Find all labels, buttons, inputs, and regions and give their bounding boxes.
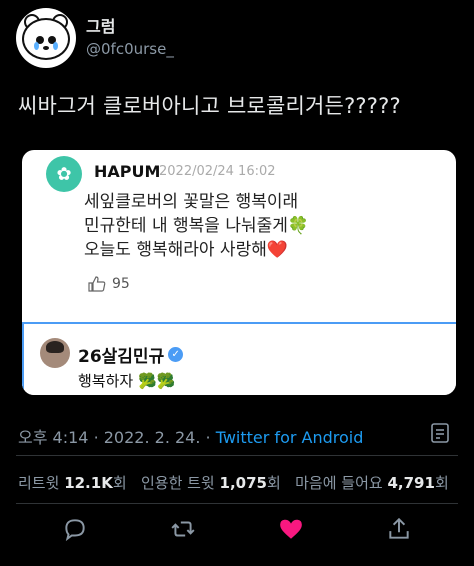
tweet-meta: 오후 4:14 · 2022. 2. 24. · Twitter for And… — [18, 424, 363, 448]
quotes-label: 인용한 트윗 — [140, 474, 215, 492]
share-icon[interactable] — [386, 516, 412, 542]
divider — [16, 503, 458, 504]
avatar-nose — [43, 46, 49, 50]
tweet-date[interactable]: 2022. 2. 24. — [104, 428, 201, 447]
quoted-post: ✿ HAPUM 2022/02/24 16:02 세잎클로버의 꽃말은 행복이래… — [22, 150, 456, 322]
quotes-stat[interactable]: 인용한 트윗 1,075회 — [141, 474, 286, 492]
quoted-line: 민규한테 내 행복을 나눠줄게🍀 — [84, 216, 310, 236]
meta-separator: · — [93, 428, 99, 447]
tweet-header: 그럼 @0fc0urse_ — [16, 8, 174, 68]
retweets-count: 12.1K — [64, 474, 113, 492]
quotes-count: 1,075 — [219, 474, 267, 492]
meta-separator: · — [205, 428, 211, 447]
quoted-like-row: 95 — [88, 276, 130, 292]
reply-text: 행복하자 🥦🥦 — [78, 372, 176, 390]
tweet-text: 씨바그거 클로버아니고 브로콜리거든????? — [18, 94, 401, 118]
quoted-line: 오늘도 행복해라아 사랑해❤️ — [84, 240, 289, 260]
avatar-tear-left — [34, 42, 39, 50]
display-name[interactable]: 그럼 — [86, 16, 174, 38]
reply-icon[interactable] — [62, 516, 88, 542]
tweet-source-link[interactable]: Twitter for Android — [216, 428, 364, 447]
thumbs-up-icon — [88, 276, 106, 292]
reply-avatar — [40, 338, 70, 368]
likes-unit: 회 — [434, 474, 449, 492]
attached-image[interactable]: ✿ HAPUM 2022/02/24 16:02 세잎클로버의 꽃말은 행복이래… — [22, 150, 456, 395]
quoted-app-name: HAPUM — [94, 162, 161, 181]
hapum-logo-icon: ✿ — [46, 156, 82, 192]
user-handle[interactable]: @0fc0urse_ — [86, 38, 174, 60]
avatar[interactable] — [16, 8, 76, 68]
verified-icon: ✓ — [168, 347, 184, 362]
retweets-unit: 회 — [112, 474, 127, 492]
quoted-text: 세잎클로버의 꽃말은 행복이래 민규한테 내 행복을 나눠줄게🍀 오늘도 행복해… — [84, 190, 309, 262]
quoted-reply: 26살김민규 ✓ 행복하자 🥦🥦 — [22, 322, 456, 395]
avatar-face — [22, 18, 70, 60]
retweets-stat[interactable]: 리트윗 12.1K회 — [18, 474, 131, 492]
divider — [16, 455, 458, 456]
quoted-line: 세잎클로버의 꽃말은 행복이래 — [84, 192, 299, 212]
retweets-label: 리트윗 — [18, 474, 60, 492]
tweet-time[interactable]: 오후 4:14 — [18, 428, 88, 447]
quoted-date: 2022/02/24 16:02 — [159, 164, 276, 179]
reply-author: 26살김민규 ✓ — [78, 342, 184, 367]
author-names: 그럼 @0fc0urse_ — [86, 16, 174, 60]
quotes-unit: 회 — [266, 474, 281, 492]
likes-label: 마음에 들어요 — [295, 474, 383, 492]
tweet-stats: 리트윗 12.1K회 인용한 트윗 1,075회 마음에 들어요 4,791회 — [18, 472, 449, 493]
analytics-icon[interactable] — [430, 422, 450, 444]
reply-author-name: 26살김민규 — [78, 347, 165, 367]
retweet-icon[interactable] — [170, 516, 196, 542]
tweet-actions — [0, 516, 474, 546]
likes-count: 4,791 — [387, 474, 435, 492]
likes-stat[interactable]: 마음에 들어요 4,791회 — [295, 474, 449, 492]
like-heart-icon[interactable] — [278, 516, 304, 542]
quoted-like-count: 95 — [112, 276, 130, 292]
avatar-tear-right — [53, 42, 58, 50]
